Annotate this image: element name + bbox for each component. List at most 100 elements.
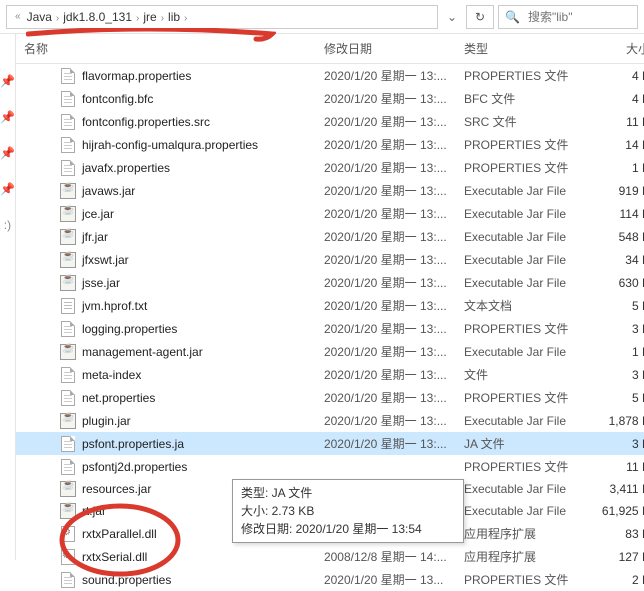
file-size: 1 K	[582, 340, 644, 363]
file-type: 文件	[456, 363, 582, 386]
table-row[interactable]: jfxswt.jar2020/1/20 星期一 13:...Executable…	[16, 248, 644, 271]
table-row[interactable]: jce.jar2020/1/20 星期一 13:...Executable Ja…	[16, 202, 644, 225]
file-name: resources.jar	[82, 482, 151, 496]
file-type: Executable Jar File	[456, 179, 582, 202]
address-dropdown[interactable]: ⌄	[442, 5, 462, 29]
file-name: psfontj2d.properties	[82, 460, 187, 474]
file-size: 11 K	[582, 110, 644, 133]
file-type: PROPERTIES 文件	[456, 133, 582, 156]
file-name: jfr.jar	[82, 230, 108, 244]
file-date: 2020/1/20 星期一 13:...	[316, 64, 456, 88]
file-size: 5 K	[582, 294, 644, 317]
file-list: 名称 修改日期 类型 大小 flavormap.properties2020/1…	[16, 34, 644, 560]
file-size: 61,925 K	[582, 500, 644, 522]
file-type: Executable Jar File	[456, 409, 582, 432]
quick-access-pin-icon[interactable]: 📌	[0, 74, 15, 88]
refresh-button[interactable]: ↻	[466, 5, 494, 29]
file-date: 2020/1/20 星期一 13:...	[316, 110, 456, 133]
breadcrumb-segment[interactable]: jdk1.8.0_131	[61, 8, 134, 26]
file-date: 2020/1/20 星期一 13:...	[316, 432, 456, 455]
table-row[interactable]: hijrah-config-umalqura.properties2020/1/…	[16, 133, 644, 156]
table-row[interactable]: logging.properties2020/1/20 星期一 13:...PR…	[16, 317, 644, 340]
file-date: 2020/1/20 星期一 13:...	[316, 409, 456, 432]
file-type: Executable Jar File	[456, 340, 582, 363]
table-row[interactable]: rxtxSerial.dll2008/12/8 星期一 14:...应用程序扩展…	[16, 545, 644, 568]
content-area: 📌 📌 📌 📌 :) 名称 修改日期 类型 大小 flavormap.prope…	[0, 34, 644, 560]
file-size: 548 K	[582, 225, 644, 248]
file-name: jfxswt.jar	[82, 253, 129, 267]
table-row[interactable]: jfr.jar2020/1/20 星期一 13:...Executable Ja…	[16, 225, 644, 248]
quick-access-pin-icon[interactable]: 📌	[0, 182, 15, 196]
table-row[interactable]: javafx.properties2020/1/20 星期一 13:...PRO…	[16, 156, 644, 179]
table-row[interactable]: fontconfig.bfc2020/1/20 星期一 13:...BFC 文件…	[16, 87, 644, 110]
table-row[interactable]: management-agent.jar2020/1/20 星期一 13:...…	[16, 340, 644, 363]
file-date: 2020/1/20 星期一 13:...	[316, 133, 456, 156]
left-rail: 📌 📌 📌 📌 :)	[0, 34, 16, 560]
file-size: 4 K	[582, 64, 644, 88]
file-type: Executable Jar File	[456, 271, 582, 294]
file-date: 2020/1/20 星期一 13:...	[316, 386, 456, 409]
file-type: PROPERTIES 文件	[456, 568, 582, 591]
file-size: 3 K	[582, 432, 644, 455]
file-icon	[60, 321, 76, 337]
dll-file-icon	[60, 549, 76, 565]
breadcrumb-leading: «	[15, 11, 21, 22]
file-date: 2020/1/20 星期一 13:...	[316, 156, 456, 179]
col-size[interactable]: 大小	[582, 34, 644, 64]
table-row[interactable]: meta-index2020/1/20 星期一 13:...文件3 K	[16, 363, 644, 386]
table-row[interactable]: psfont.properties.ja2020/1/20 星期一 13:...…	[16, 432, 644, 455]
file-size: 11 K	[582, 455, 644, 478]
table-row[interactable]: javaws.jar2020/1/20 星期一 13:...Executable…	[16, 179, 644, 202]
table-row[interactable]: sound.properties2020/1/20 星期一 13...PROPE…	[16, 568, 644, 591]
file-size: 3 K	[582, 317, 644, 340]
text-file-icon	[60, 298, 76, 314]
file-type: 应用程序扩展	[456, 522, 582, 545]
file-tooltip: 类型: JA 文件 大小: 2.73 KB 修改日期: 2020/1/20 星期…	[232, 479, 464, 543]
col-type[interactable]: 类型	[456, 34, 582, 64]
dll-file-icon	[60, 526, 76, 542]
jar-file-icon	[60, 503, 76, 519]
quick-access-drive-icon[interactable]: :)	[4, 218, 11, 232]
file-size: 1,878 K	[582, 409, 644, 432]
file-size: 5 K	[582, 386, 644, 409]
file-size: 2 K	[582, 568, 644, 591]
search-box[interactable]: 🔍	[498, 5, 638, 29]
file-type: PROPERTIES 文件	[456, 386, 582, 409]
quick-access-pin-icon[interactable]: 📌	[0, 110, 15, 124]
table-row[interactable]: plugin.jar2020/1/20 星期一 13:...Executable…	[16, 409, 644, 432]
file-name: net.properties	[82, 391, 155, 405]
col-date[interactable]: 修改日期	[316, 34, 456, 64]
file-date: 2020/1/20 星期一 13:...	[316, 271, 456, 294]
file-type: PROPERTIES 文件	[456, 455, 582, 478]
table-row[interactable]: jsse.jar2020/1/20 星期一 13:...Executable J…	[16, 271, 644, 294]
file-type: Executable Jar File	[456, 500, 582, 522]
file-type: PROPERTIES 文件	[456, 156, 582, 179]
file-icon	[60, 114, 76, 130]
table-row[interactable]: jvm.hprof.txt2020/1/20 星期一 13:...文本文档5 K	[16, 294, 644, 317]
file-name: rt.jar	[82, 504, 106, 518]
chevron-right-icon: ›	[136, 13, 139, 24]
file-type: PROPERTIES 文件	[456, 317, 582, 340]
table-row[interactable]: psfontj2d.properties PROPERTIES 文件11 K	[16, 455, 644, 478]
breadcrumb[interactable]: « Java›jdk1.8.0_131›jre›lib›	[6, 5, 438, 29]
file-date: 2020/1/20 星期一 13:...	[316, 248, 456, 271]
topbar: « Java›jdk1.8.0_131›jre›lib› ⌄ ↻ 🔍	[0, 0, 644, 34]
table-row[interactable]: fontconfig.properties.src2020/1/20 星期一 1…	[16, 110, 644, 133]
breadcrumb-segment[interactable]: Java	[25, 8, 54, 26]
jar-file-icon	[60, 275, 76, 291]
file-type: Executable Jar File	[456, 478, 582, 500]
table-row[interactable]: net.properties 2020/1/20 星期一 13:...PROPER…	[16, 386, 644, 409]
breadcrumb-segment[interactable]: jre	[141, 8, 158, 26]
file-name: management-agent.jar	[82, 345, 203, 359]
file-type: 文本文档	[456, 294, 582, 317]
table-row[interactable]: flavormap.properties2020/1/20 星期一 13:...…	[16, 64, 644, 88]
file-icon	[60, 459, 76, 475]
file-size: 83 K	[582, 522, 644, 545]
col-name[interactable]: 名称	[16, 34, 316, 64]
quick-access-pin-icon[interactable]: 📌	[0, 146, 15, 160]
file-name: rxtxSerial.dll	[82, 550, 147, 564]
breadcrumb-segment[interactable]: lib	[166, 8, 182, 26]
search-input[interactable]	[526, 9, 644, 25]
file-name: meta-index	[82, 368, 141, 382]
jar-file-icon	[60, 229, 76, 245]
